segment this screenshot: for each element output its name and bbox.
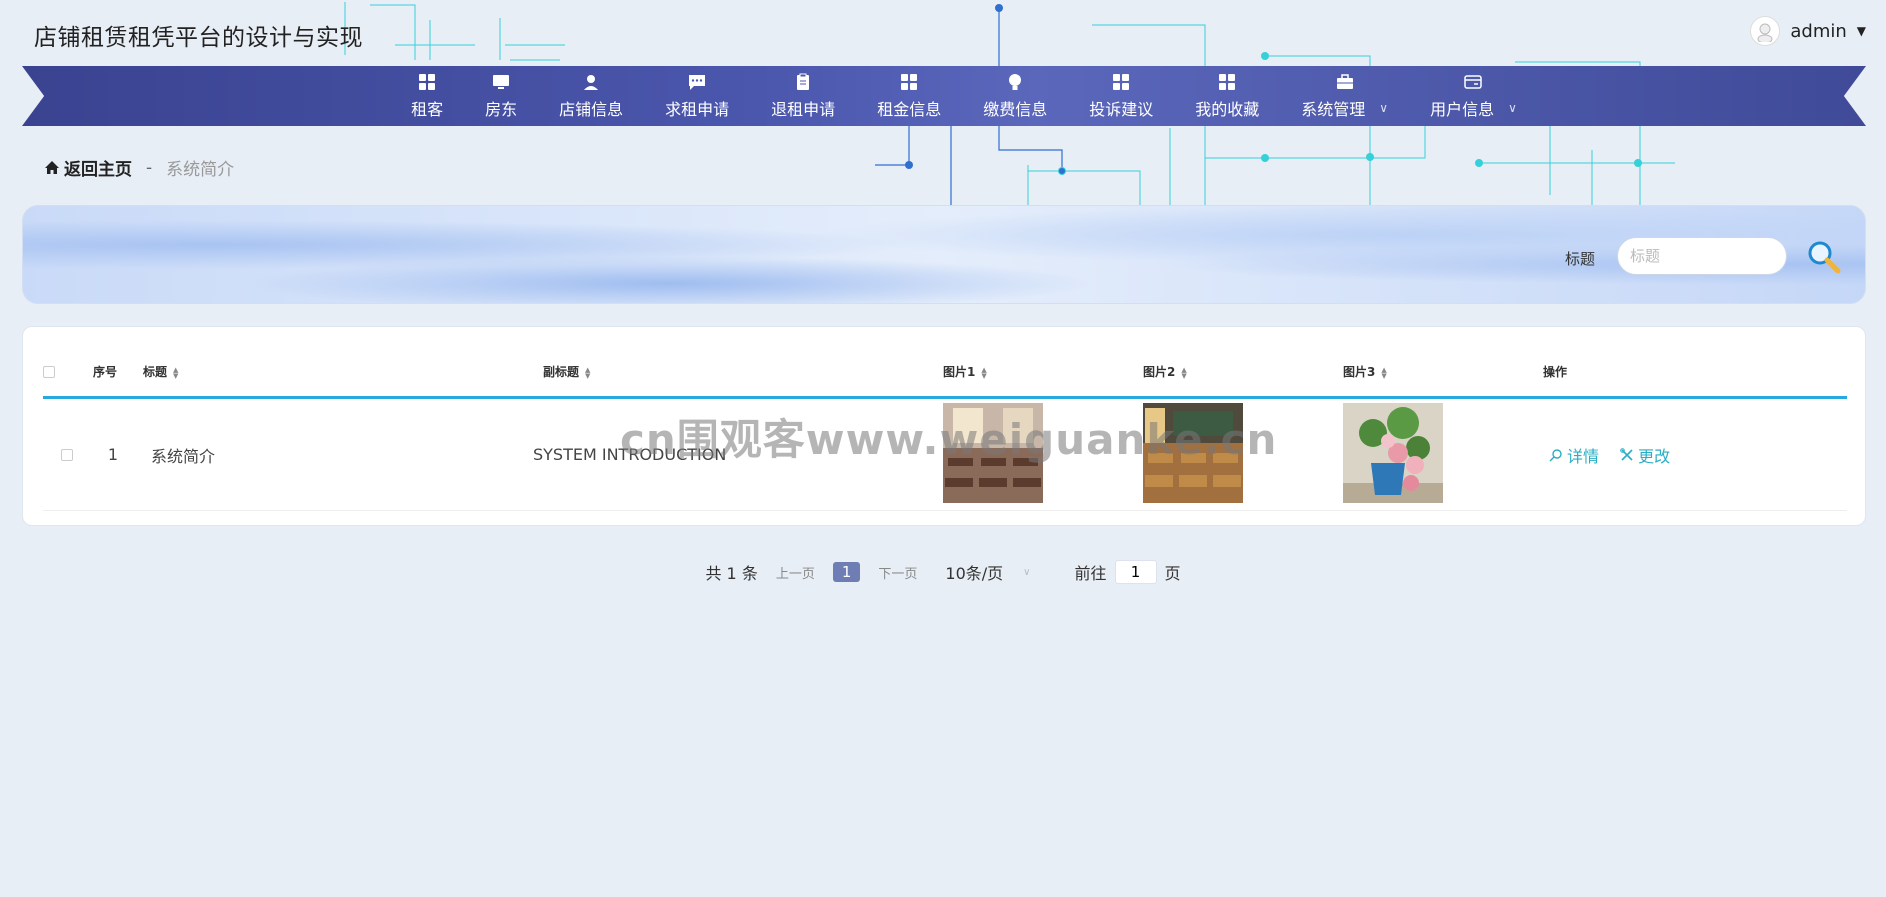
- caret-down-icon: ▼: [1856, 24, 1866, 38]
- user-icon: [582, 73, 600, 91]
- nav-item-label: 系统管理: [1301, 99, 1366, 119]
- pagination: 共 1 条 上一页 1 下一页 10条/页 ∨ 前往 页: [0, 560, 1886, 584]
- header-img2[interactable]: 图片2 ▲ ▼: [1143, 363, 1343, 380]
- chevron-down-icon: ∨: [1508, 100, 1517, 115]
- search-label: 标题: [1564, 250, 1595, 268]
- breadcrumb-separator: -: [146, 157, 153, 178]
- grid-icon: [418, 73, 436, 91]
- nav-item-0[interactable]: 租客: [390, 73, 464, 120]
- next-page-button[interactable]: 下一页: [878, 563, 917, 582]
- breadcrumb-home[interactable]: 返回主页: [44, 155, 132, 180]
- edit-button[interactable]: 更改: [1620, 443, 1670, 467]
- nav-item-label: 店铺信息: [559, 99, 624, 119]
- nav-item-label: 缴费信息: [983, 99, 1048, 119]
- nav-item-2[interactable]: 店铺信息: [538, 73, 644, 120]
- main-nav: 租客 房东 店铺信息 求租申请 退租申请 租金信息 缴费信息 投诉建议 我的收藏 系统管理 ∨ 用户信…: [22, 66, 1866, 126]
- nav-item-label: 用户信息: [1430, 99, 1495, 119]
- detail-button[interactable]: 详情: [1549, 443, 1599, 467]
- detail-label: 详情: [1567, 446, 1600, 466]
- sort-icon[interactable]: ▲ ▼: [1381, 366, 1386, 379]
- home-icon: [45, 161, 59, 174]
- nav-item-5[interactable]: 租金信息: [856, 73, 962, 120]
- user-name: admin: [1790, 20, 1847, 42]
- chevron-down-icon: ∨: [1023, 566, 1031, 578]
- clipboard-icon: [794, 73, 812, 91]
- table-header: 序号 标题 ▲ ▼ 副标题 ▲ ▼ 图片1 ▲ ▼ 图片2 ▲ ▼ 图片3 ▲ ▼ 操作: [43, 347, 1847, 399]
- search-input[interactable]: [1617, 237, 1787, 275]
- goto-suffix: 页: [1164, 564, 1181, 583]
- search-panel: 标题: [22, 205, 1866, 304]
- row-subtitle: SYSTEM INTRODUCTION: [533, 445, 727, 464]
- header-title-label: 标题: [143, 365, 168, 379]
- header-ops: 操作: [1543, 365, 1568, 379]
- nav-item-label: 求租申请: [665, 99, 730, 119]
- sort-icon[interactable]: ▲ ▼: [585, 366, 590, 379]
- grid-icon: [1218, 73, 1236, 91]
- nav-item-3[interactable]: 求租申请: [644, 73, 750, 120]
- nav-item-label: 房东: [485, 99, 518, 119]
- briefcase-icon: [1336, 73, 1354, 91]
- row-title: 系统简介: [151, 446, 216, 466]
- nav-item-10[interactable]: 用户信息 ∨: [1409, 73, 1538, 120]
- app-title: 店铺租赁租凭平台的设计与实现: [34, 25, 363, 51]
- header-img1-label: 图片1: [943, 365, 976, 379]
- data-table: 序号 标题 ▲ ▼ 副标题 ▲ ▼ 图片1 ▲ ▼ 图片2 ▲ ▼ 图片3 ▲ ▼ 操作 1 系统简…: [43, 347, 1847, 511]
- table-row: 1 系统简介 SYSTEM INTRODUCTION 详情 更改: [43, 399, 1847, 511]
- nav-item-1[interactable]: 房东: [464, 73, 538, 120]
- search-detail-icon: [1549, 448, 1562, 461]
- thumbnail-flowers[interactable]: [1343, 402, 1443, 503]
- nav-item-label: 投诉建议: [1089, 99, 1154, 119]
- pagination-total: 共 1 条: [705, 564, 758, 583]
- nav-item-7[interactable]: 投诉建议: [1068, 73, 1174, 120]
- edit-label: 更改: [1638, 446, 1671, 466]
- grid-icon: [1112, 73, 1130, 91]
- card-icon: [1464, 73, 1483, 91]
- nav-item-8[interactable]: 我的收藏: [1174, 73, 1280, 120]
- nav-item-6[interactable]: 缴费信息: [962, 73, 1068, 120]
- user-menu[interactable]: admin ▼: [1750, 16, 1866, 46]
- goto-page-input[interactable]: [1114, 560, 1157, 584]
- chevron-down-icon: ∨: [1379, 100, 1389, 115]
- thumbnail-classroom-1[interactable]: [943, 402, 1043, 503]
- prev-page-button[interactable]: 上一页: [776, 563, 815, 582]
- goto-label: 前往: [1074, 564, 1107, 583]
- avatar: [1750, 16, 1781, 46]
- header-title[interactable]: 标题 ▲ ▼: [143, 363, 543, 380]
- header-img2-label: 图片2: [1143, 365, 1176, 379]
- header-img3-label: 图片3: [1343, 365, 1376, 379]
- page-size-value: 10条/页: [945, 564, 1004, 583]
- row-index: 1: [107, 445, 119, 464]
- search-icon[interactable]: [1805, 238, 1841, 274]
- row-checkbox[interactable]: [61, 448, 73, 461]
- nav-item-9[interactable]: 系统管理 ∨: [1280, 73, 1409, 120]
- breadcrumb-current: 系统简介: [166, 160, 235, 180]
- header-subtitle[interactable]: 副标题 ▲ ▼: [543, 363, 943, 380]
- bulb-icon: [1006, 73, 1024, 91]
- header-subtitle-label: 副标题: [543, 365, 580, 379]
- header-index: 序号: [93, 365, 118, 379]
- select-all-checkbox[interactable]: [43, 365, 55, 378]
- nav-item-label: 我的收藏: [1195, 99, 1260, 119]
- table-card: 序号 标题 ▲ ▼ 副标题 ▲ ▼ 图片1 ▲ ▼ 图片2 ▲ ▼ 图片3 ▲ ▼ 操作 1 系统简…: [22, 326, 1866, 526]
- nav-item-label: 租客: [411, 99, 444, 119]
- goto-page: 前往 页: [1075, 560, 1181, 584]
- header-img3[interactable]: 图片3 ▲ ▼: [1343, 363, 1543, 380]
- chat-icon: [688, 73, 706, 91]
- grid-icon: [900, 73, 918, 91]
- sort-icon[interactable]: ▲ ▼: [173, 366, 178, 379]
- breadcrumb: 返回主页 - 系统简介: [44, 155, 234, 180]
- monitor-icon: [492, 73, 510, 91]
- breadcrumb-home-label: 返回主页: [64, 160, 132, 180]
- sort-icon[interactable]: ▲ ▼: [981, 366, 986, 379]
- sort-icon[interactable]: ▲ ▼: [1181, 366, 1186, 379]
- header-img1[interactable]: 图片1 ▲ ▼: [943, 363, 1143, 380]
- page-number-1[interactable]: 1: [832, 562, 861, 582]
- nav-item-label: 退租申请: [771, 99, 836, 119]
- thumbnail-classroom-2[interactable]: [1143, 402, 1243, 503]
- avatar-icon: [1757, 23, 1773, 42]
- page-size-select[interactable]: 10条/页 ∨: [945, 560, 1030, 584]
- nav-item-label: 租金信息: [877, 99, 942, 119]
- nav-item-4[interactable]: 退租申请: [750, 73, 856, 120]
- tools-icon: [1620, 447, 1633, 461]
